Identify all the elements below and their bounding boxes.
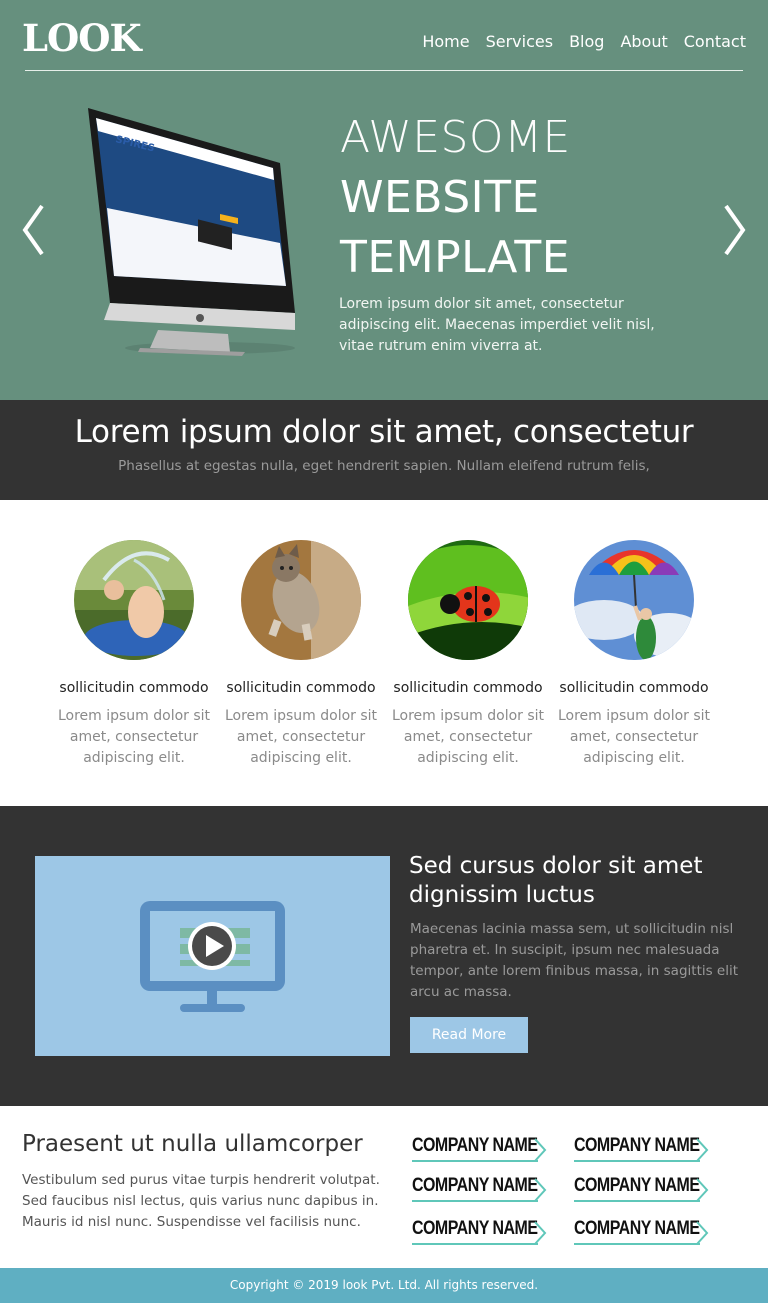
company-name: COMPANY NAME <box>574 1218 700 1239</box>
main-nav: Home Services Blog About Contact <box>422 32 746 51</box>
feature-title: sollicitudin commodo <box>393 680 543 696</box>
hero-title-line-2: WEBSITE <box>340 172 540 223</box>
hero-title: AWESOME WEBSITE TEMPLATE <box>340 108 571 288</box>
kitten-jumping-photo <box>241 540 361 660</box>
video-text: Maecenas lacinia massa sem, ut sollicitu… <box>410 921 739 1000</box>
company-underline <box>412 1243 538 1245</box>
nav-item-home[interactable]: Home <box>422 32 469 51</box>
hero-title-line-1: AWESOME <box>340 112 571 163</box>
copyright-text: Copyright © 2019 look Pvt. Ltd. All righ… <box>229 1278 539 1292</box>
person-with-rainbow-umbrella-photo <box>574 540 694 660</box>
nav-divider <box>25 70 743 71</box>
nav-item-contact[interactable]: Contact <box>684 32 746 51</box>
nav-item-services[interactable]: Services <box>486 32 553 51</box>
company-logo-link[interactable]: COMPANY NAME <box>574 1135 710 1163</box>
site-logo[interactable]: LOOK <box>22 16 142 60</box>
intro-subtext: Phasellus at egestas nulla, eget hendrer… <box>118 458 650 474</box>
intro-heading: Lorem ipsum dolor sit amet, consectetur <box>74 414 694 450</box>
feature-card: sollicitudin commodo Lorem ipsum dolor s… <box>388 540 548 769</box>
company-logo-link[interactable]: COMPANY NAME <box>412 1135 548 1163</box>
company-underline <box>574 1160 700 1162</box>
feature-text: Lorem ipsum dolor sit amet, consectetur … <box>391 708 545 766</box>
company-name: COMPANY NAME <box>574 1175 700 1196</box>
feature-text: Lorem ipsum dolor sit amet, consectetur … <box>57 708 211 766</box>
company-underline <box>412 1200 538 1202</box>
site-footer: Copyright © 2019 look Pvt. Ltd. All righ… <box>0 1268 768 1303</box>
partners-text: Vestibulum sed purus vitae turpis hendre… <box>22 1172 380 1230</box>
hero-section: LOOK Home Services Blog About Contact SP… <box>0 0 768 400</box>
company-logo-link[interactable]: COMPANY NAME <box>574 1175 710 1203</box>
company-underline <box>574 1200 700 1202</box>
video-section: Sed cursus dolor sit amet dignissim luct… <box>0 806 768 1106</box>
company-logo-link[interactable]: COMPANY NAME <box>412 1218 548 1246</box>
ladybug-on-leaf-photo <box>408 540 528 660</box>
video-heading: Sed cursus dolor sit amet dignissim luct… <box>409 853 703 908</box>
feature-title: sollicitudin commodo <box>226 680 376 696</box>
feature-card: sollicitudin commodo Lorem ipsum dolor s… <box>554 540 714 769</box>
feature-text: Lorem ipsum dolor sit amet, consectetur … <box>224 708 378 766</box>
company-name: COMPANY NAME <box>574 1135 700 1156</box>
feature-text: Lorem ipsum dolor sit amet, consectetur … <box>557 708 711 766</box>
chevron-left-icon[interactable] <box>20 202 46 268</box>
video-player[interactable] <box>35 856 390 1056</box>
feature-title: sollicitudin commodo <box>559 680 709 696</box>
company-underline <box>574 1243 700 1245</box>
features-section: sollicitudin commodo Lorem ipsum dolor s… <box>0 500 768 806</box>
monitor-play-icon[interactable] <box>35 856 390 1056</box>
company-underline <box>412 1160 538 1162</box>
hero-title-line-3: TEMPLATE <box>340 232 571 283</box>
partners-heading: Praesent ut nulla ullamcorper <box>22 1131 363 1157</box>
child-splashing-water-photo <box>74 540 194 660</box>
nav-item-blog[interactable]: Blog <box>569 32 604 51</box>
hero-description: Lorem ipsum dolor sit amet, consectetur … <box>339 296 655 354</box>
chevron-right-icon[interactable] <box>722 202 748 268</box>
nav-item-about[interactable]: About <box>620 32 667 51</box>
imac-monitor-image: SPIRES <box>88 108 295 356</box>
feature-card: sollicitudin commodo Lorem ipsum dolor s… <box>221 540 381 769</box>
company-name: COMPANY NAME <box>412 1175 538 1196</box>
company-name: COMPANY NAME <box>412 1135 538 1156</box>
read-more-button[interactable]: Read More <box>410 1017 528 1053</box>
company-logo-link[interactable]: COMPANY NAME <box>412 1175 548 1203</box>
company-name: COMPANY NAME <box>412 1218 538 1239</box>
intro-band: Lorem ipsum dolor sit amet, consectetur … <box>0 400 768 500</box>
partners-section: Praesent ut nulla ullamcorper Vestibulum… <box>0 1106 768 1268</box>
feature-title: sollicitudin commodo <box>59 680 209 696</box>
company-logo-link[interactable]: COMPANY NAME <box>574 1218 710 1246</box>
feature-card: sollicitudin commodo Lorem ipsum dolor s… <box>54 540 214 769</box>
